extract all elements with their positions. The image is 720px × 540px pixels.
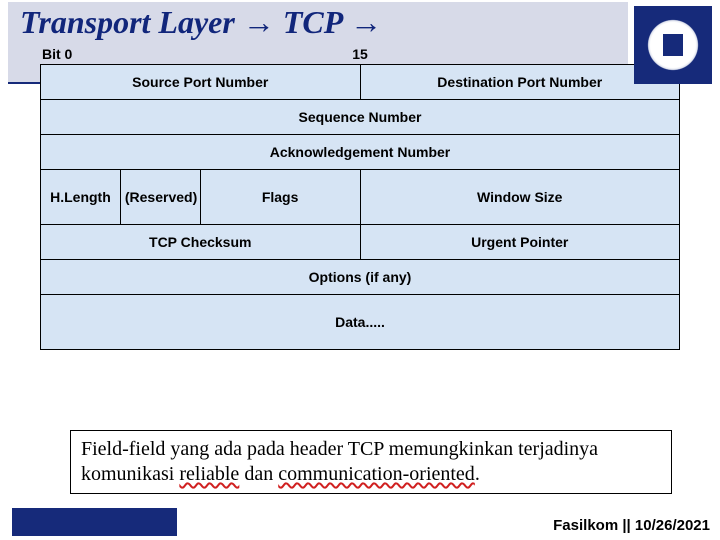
cell-hlength: H.Length <box>41 170 121 225</box>
tcp-header-table: Source Port Number Destination Port Numb… <box>40 64 680 350</box>
table-row: TCP Checksum Urgent Pointer <box>41 225 680 260</box>
caption-word-reliable: reliable <box>179 463 239 485</box>
table-row: Options (if any) <box>41 260 680 295</box>
bit-label-0: Bit 0 <box>40 46 360 62</box>
cell-sequence: Sequence Number <box>41 100 680 135</box>
caption-text-post: . <box>475 463 480 485</box>
cell-urgent: Urgent Pointer <box>360 225 680 260</box>
footer-org: Fasilkom <box>553 517 618 534</box>
table-row: Acknowledgement Number <box>41 135 680 170</box>
table-row: H.Length (Reserved) Flags Window Size <box>41 170 680 225</box>
footer-accent-block <box>12 508 177 536</box>
logo-mark-icon <box>663 34 683 56</box>
cell-dest-port: Destination Port Number <box>360 65 680 100</box>
slide-title: Transport Layer → TCP → <box>20 2 628 40</box>
bit-label-15: 15 <box>352 46 368 62</box>
footer-sep: || <box>622 517 630 534</box>
cell-window: Window Size <box>360 170 680 225</box>
table-row: Sequence Number <box>41 100 680 135</box>
cell-flags: Flags <box>200 170 360 225</box>
footer: Fasilkom || 10/26/2021 <box>0 510 720 540</box>
footer-text: Fasilkom || 10/26/2021 <box>553 517 710 534</box>
logo-badge <box>634 6 712 84</box>
cell-source-port: Source Port Number <box>41 65 361 100</box>
tcp-header-diagram: Bit 0 15 31 Source Port Number Destinati… <box>40 46 680 350</box>
footer-date: 10/26/2021 <box>635 517 710 534</box>
cell-data: Data..... <box>41 295 680 350</box>
caption-word-communication-oriented: communication-oriented <box>278 463 475 485</box>
cell-checksum: TCP Checksum <box>41 225 361 260</box>
table-row: Source Port Number Destination Port Numb… <box>41 65 680 100</box>
cell-ack: Acknowledgement Number <box>41 135 680 170</box>
table-row: Data..... <box>41 295 680 350</box>
logo-circle-icon <box>644 16 702 74</box>
cell-reserved: (Reserved) <box>120 170 200 225</box>
bit-label-31: 31 <box>360 46 680 62</box>
cell-options: Options (if any) <box>41 260 680 295</box>
caption-text-mid: dan <box>239 463 278 485</box>
caption-box: Field-field yang ada pada header TCP mem… <box>70 430 672 494</box>
bit-ruler: Bit 0 15 31 <box>40 46 680 62</box>
